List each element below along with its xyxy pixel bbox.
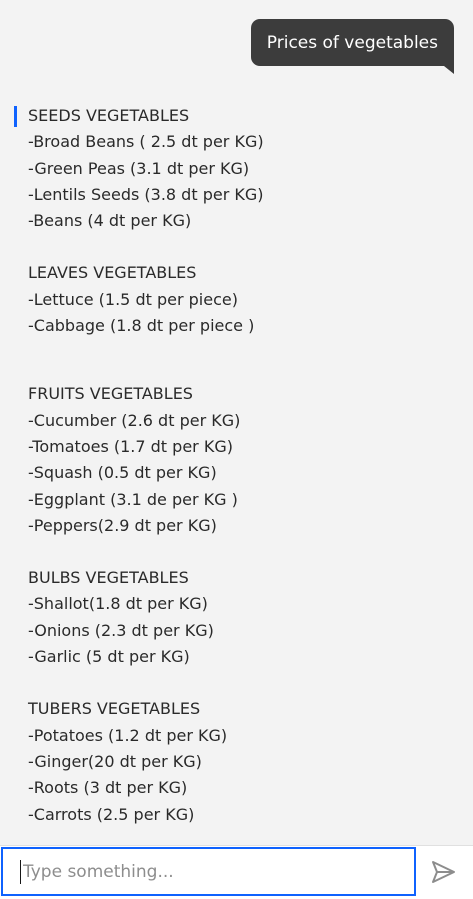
- user-message-bubble: Prices of vegetables: [250, 19, 454, 66]
- list-item: -Green Peas (3.1 dt per KG): [28, 158, 250, 178]
- list-item: -Ginger(20 dt per KG): [28, 751, 202, 771]
- list-item: -Cucumber (2.6 dt per KG): [28, 410, 241, 430]
- section-seeds: SEEDS VEGETABLES -Broad Beans ( 2.5 dt p…: [28, 103, 458, 234]
- section-bulbs: BULBS VEGETABLES -Shallot(1.8 dt per KG)…: [28, 565, 458, 670]
- list-item: -Beans (4 dt per KG): [28, 211, 192, 231]
- list-item: -Roots (3 dt per KG): [28, 778, 188, 798]
- list-item: -Cabbage (1.8 dt per piece ): [28, 316, 255, 336]
- message-input[interactable]: [1, 847, 416, 896]
- send-button[interactable]: [428, 858, 458, 886]
- bot-message: SEEDS VEGETABLES -Broad Beans ( 2.5 dt p…: [28, 103, 458, 828]
- section-title: SEEDS VEGETABLES: [28, 106, 190, 125]
- list-item: -Tomatoes (1.7 dt per KG): [28, 436, 233, 456]
- message-input-bar: [0, 845, 473, 899]
- list-item: -Shallot(1.8 dt per KG): [28, 594, 208, 614]
- section-title: TUBERS VEGETABLES: [28, 699, 201, 719]
- list-item: -Eggplant (3.1 de per KG ): [28, 489, 238, 509]
- user-bubble-tail: [444, 66, 454, 74]
- list-item: -Carrots (2.5 per KG): [28, 804, 195, 824]
- section-title: LEAVES VEGETABLES: [28, 263, 197, 283]
- text-caret: [20, 860, 21, 884]
- list-item: -Squash (0.5 dt per KG): [28, 463, 217, 483]
- list-item: -Garlic (5 dt per KG): [28, 647, 190, 667]
- chat-area: Prices of vegetables SEEDS VEGETABLES -B…: [0, 0, 473, 845]
- section-fruits: FRUITS VEGETABLES -Cucumber (2.6 dt per …: [28, 381, 458, 539]
- list-item: -Onions (2.3 dt per KG): [28, 620, 214, 640]
- section-title: FRUITS VEGETABLES: [28, 384, 193, 404]
- send-icon: [432, 861, 455, 883]
- list-item: -Lentils Seeds (3.8 dt per KG): [28, 184, 264, 204]
- list-item: -Broad Beans ( 2.5 dt per KG): [28, 132, 264, 152]
- bot-message-accent-bar: [14, 106, 17, 127]
- section-leaves: LEAVES VEGETABLES -Lettuce (1.5 dt per p…: [28, 260, 458, 339]
- list-item: -Peppers(2.9 dt per KG): [28, 515, 217, 535]
- list-item: -Lettuce (1.5 dt per piece): [28, 289, 238, 309]
- section-title: BULBS VEGETABLES: [28, 568, 189, 588]
- list-item: -Potatoes (1.2 dt per KG): [28, 725, 228, 745]
- section-tubers: TUBERS VEGETABLES -Potatoes (1.2 dt per …: [28, 696, 458, 827]
